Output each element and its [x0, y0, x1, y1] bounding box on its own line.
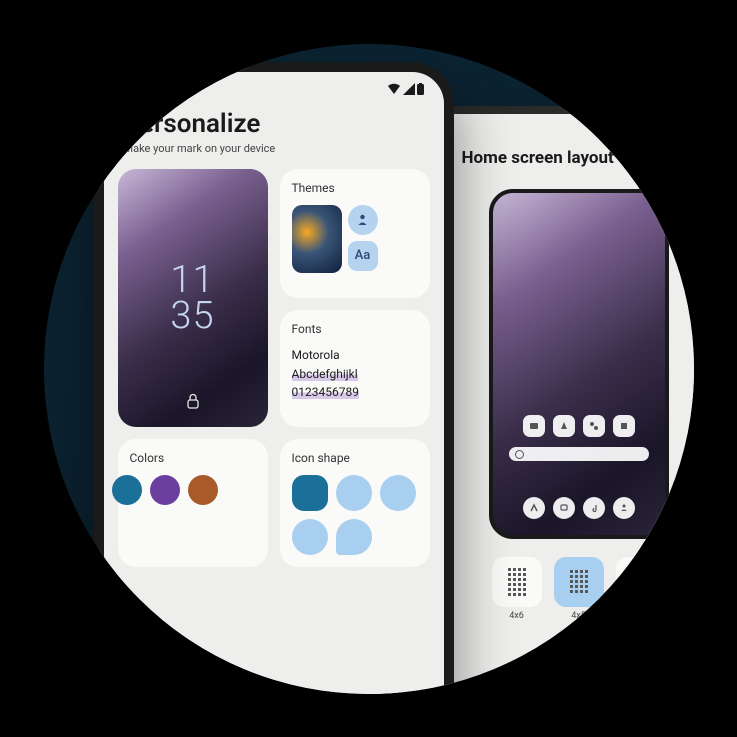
font-sample-digits: 0123456789: [292, 385, 359, 399]
wallpaper-card[interactable]: 11 35: [118, 169, 268, 428]
phone-home-layout: ← Home screen layout: [414, 106, 694, 694]
preview-search-bar: [509, 447, 649, 461]
lock-icon: [186, 393, 200, 413]
status-bar: [422, 114, 694, 140]
status-bar: 11:35: [104, 72, 444, 101]
color-swatches: [130, 475, 256, 505]
layout-preview: [489, 189, 669, 539]
phone-personalize: 11:35 Personalize Make your mark on your…: [94, 62, 454, 694]
themes-card[interactable]: Themes Aa: [280, 169, 430, 298]
colors-card[interactable]: Colors: [118, 439, 268, 567]
theme-person-icon: [348, 205, 378, 235]
wifi-icon: [387, 83, 401, 95]
fonts-card[interactable]: Fonts Motorola Abcdefghijkl 0123456789: [280, 310, 430, 427]
wifi-icon: [679, 124, 693, 136]
preview-dock: [523, 497, 635, 519]
battery-icon: [417, 83, 424, 95]
signal-icon: [403, 83, 415, 95]
lockscreen-clock: 11 35: [170, 262, 214, 334]
font-name: Motorola: [292, 346, 418, 365]
theme-wallpaper-thumb: [292, 205, 342, 273]
status-time: 11:35: [124, 82, 157, 97]
page-title: Personalize: [124, 109, 424, 139]
icon-shape-card[interactable]: Icon shape: [280, 439, 430, 567]
preview-app-row: [523, 415, 635, 437]
layout-option-4x5[interactable]: 4x5: [554, 557, 604, 621]
layout-option-more[interactable]: [616, 557, 666, 621]
page-title: Home screen layout: [462, 148, 614, 168]
icon-shapes: [292, 475, 418, 555]
theme-font-icon: Aa: [348, 241, 378, 271]
page-subtitle: Make your mark on your device: [124, 142, 424, 155]
layout-option-4x6[interactable]: 4x6: [492, 557, 542, 621]
font-sample-letters: Abcdefghijkl: [292, 367, 358, 381]
